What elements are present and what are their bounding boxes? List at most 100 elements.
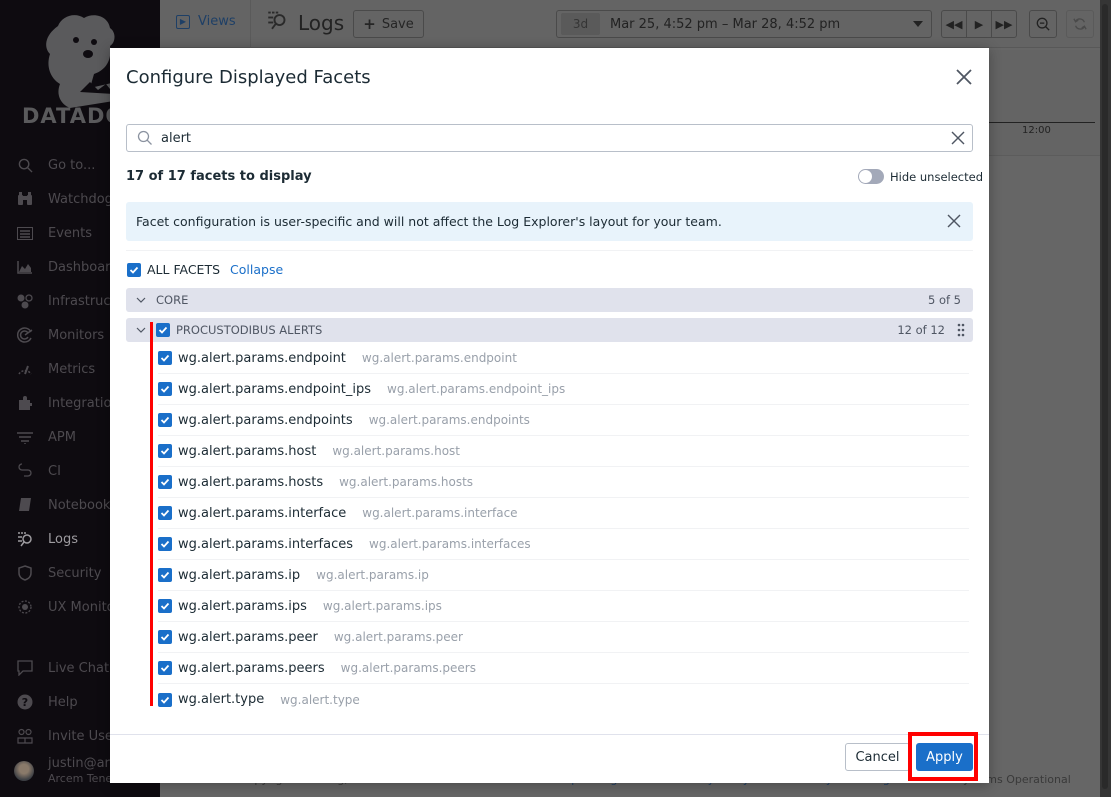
info-banner-text: Facet configuration is user-specific and…: [136, 214, 722, 229]
facet-checkbox[interactable]: [158, 692, 172, 707]
sidebar-item-label: Live Chat: [48, 660, 110, 676]
facet-name: wg.alert.params.ip: [178, 567, 301, 583]
facet-checkbox[interactable]: [158, 351, 172, 365]
sidebar-item-label: APM: [48, 429, 76, 445]
time-range-chip: 3d: [561, 13, 600, 35]
facet-path: wg.alert.params.endpoint_ips: [387, 382, 566, 396]
facet-group-name: PROCUSTODIBUS ALERTS: [176, 323, 323, 337]
chevron-down-icon: [136, 297, 146, 303]
facet-checkbox[interactable]: [158, 568, 172, 582]
check-icon: [160, 602, 170, 610]
facet-checkbox[interactable]: [158, 506, 172, 520]
all-facets-checkbox[interactable]: [127, 262, 141, 277]
rewind-button[interactable]: ◀◀: [942, 11, 967, 37]
background-timeseries-chart: 12:00: [985, 50, 1100, 156]
facet-row[interactable]: wg.alert.params.interface wg.alert.param…: [158, 498, 969, 529]
divider: [126, 250, 973, 251]
facet-name: wg.alert.params.peer: [178, 629, 318, 645]
facet-path: wg.alert.params.endpoint: [361, 351, 517, 365]
check-icon: [160, 509, 170, 517]
facet-group-checkbox[interactable]: [156, 323, 170, 337]
hide-unselected-toggle[interactable]: [858, 169, 884, 184]
play-button[interactable]: ▶: [967, 11, 992, 37]
facet-row[interactable]: wg.alert.params.ip wg.alert.params.ip: [158, 560, 969, 591]
facet-group-procustodibus-alerts[interactable]: PROCUSTODIBUS ALERTS 12 of 12: [126, 318, 973, 342]
facet-checkbox[interactable]: [158, 661, 172, 675]
facet-name: wg.alert.params.peers: [178, 660, 325, 676]
monitors-icon: [16, 326, 34, 344]
facet-checkbox[interactable]: [158, 475, 172, 489]
search-icon: [137, 130, 152, 145]
close-icon[interactable]: [953, 66, 975, 88]
facet-path: wg.alert.params.peer: [333, 630, 463, 644]
caret-down-icon: [913, 21, 923, 27]
topbar-divider: [250, 0, 251, 48]
facet-path: wg.alert.params.ips: [322, 599, 442, 613]
check-icon: [158, 326, 168, 334]
refresh-button[interactable]: [1066, 10, 1094, 38]
facet-row[interactable]: wg.alert.type wg.alert.type: [158, 684, 969, 715]
facet-path: wg.alert.params.hosts: [339, 475, 474, 489]
facet-row[interactable]: wg.alert.params.hosts wg.alert.params.ho…: [158, 467, 969, 498]
sidebar-item-label: Monitors: [48, 327, 105, 343]
sidebar-item-label: Security: [48, 565, 102, 581]
facet-checkbox[interactable]: [158, 630, 172, 644]
fast-forward-button[interactable]: ▶▶: [992, 11, 1016, 37]
facet-group-count: 12 of 12: [897, 323, 945, 337]
apply-button[interactable]: Apply: [916, 743, 973, 771]
time-range-picker[interactable]: 3d Mar 25, 4:52 pm – Mar 28, 4:52 pm: [556, 10, 932, 38]
facet-group-name: CORE: [156, 293, 189, 307]
facet-checkbox[interactable]: [158, 413, 172, 427]
check-icon: [160, 540, 170, 548]
zoom-out-button[interactable]: [1029, 10, 1057, 38]
security-icon: [16, 564, 34, 582]
facet-name: wg.alert.params.ips: [178, 598, 307, 614]
facet-group-core[interactable]: CORE 5 of 5: [126, 288, 973, 312]
views-label: Views: [198, 14, 236, 29]
drag-handle-icon[interactable]: [957, 323, 965, 337]
sidebar-item-label: CI: [48, 463, 61, 479]
facet-checkbox[interactable]: [158, 444, 172, 458]
facet-path: wg.alert.params.interface: [362, 506, 518, 520]
sidebar-item-label: Help: [48, 694, 78, 710]
time-range-text: Mar 25, 4:52 pm – Mar 28, 4:52 pm: [610, 16, 841, 32]
facet-checkbox[interactable]: [158, 537, 172, 551]
facet-row[interactable]: wg.alert.params.endpoint wg.alert.params…: [158, 343, 969, 374]
save-view-button[interactable]: + Save: [353, 10, 424, 38]
all-facets-label: ALL FACETS: [147, 262, 221, 277]
clear-search-icon[interactable]: [950, 130, 966, 146]
facet-row[interactable]: wg.alert.params.endpoint_ips wg.alert.pa…: [158, 374, 969, 405]
collapse-link[interactable]: Collapse: [230, 262, 283, 277]
ux-monitoring-icon: [16, 598, 34, 616]
facet-list: wg.alert.params.endpoint wg.alert.params…: [158, 343, 969, 715]
facet-row[interactable]: wg.alert.params.peers wg.alert.params.pe…: [158, 653, 969, 684]
page-title: Logs: [266, 10, 344, 35]
check-icon: [160, 447, 170, 455]
chart-tick-label: 12:00: [1022, 125, 1051, 136]
facet-row[interactable]: wg.alert.params.ips wg.alert.params.ips: [158, 591, 969, 622]
facet-name: wg.alert.params.interface: [178, 505, 347, 521]
views-button[interactable]: ▶ Views: [176, 14, 236, 29]
infrastructure-icon: [16, 292, 34, 310]
events-icon: [16, 224, 34, 242]
dismiss-banner-icon[interactable]: [947, 214, 961, 228]
facet-path: wg.alert.params.peers: [340, 661, 476, 675]
chat-icon: [16, 659, 34, 677]
facet-row[interactable]: wg.alert.params.interfaces wg.alert.para…: [158, 529, 969, 560]
facet-search: [126, 124, 973, 152]
facet-row[interactable]: wg.alert.params.host wg.alert.params.hos…: [158, 436, 969, 467]
check-icon: [160, 633, 170, 641]
facet-name: wg.alert.params.interfaces: [178, 536, 354, 552]
svg-text:?: ?: [22, 696, 28, 709]
hide-unselected-toggle-wrap: Hide unselected: [858, 169, 983, 184]
apm-icon: [16, 428, 34, 446]
facet-search-input[interactable]: [161, 130, 941, 146]
facet-row[interactable]: wg.alert.params.peer wg.alert.params.pee…: [158, 622, 969, 653]
facet-row[interactable]: wg.alert.params.endpoints wg.alert.param…: [158, 405, 969, 436]
facet-checkbox[interactable]: [158, 599, 172, 613]
page-scrollbar[interactable]: [1102, 4, 1108, 789]
chart-x-axis: [985, 122, 1095, 123]
modal-title: Configure Displayed Facets: [126, 67, 371, 88]
facet-checkbox[interactable]: [158, 382, 172, 396]
cancel-button[interactable]: Cancel: [845, 743, 910, 771]
